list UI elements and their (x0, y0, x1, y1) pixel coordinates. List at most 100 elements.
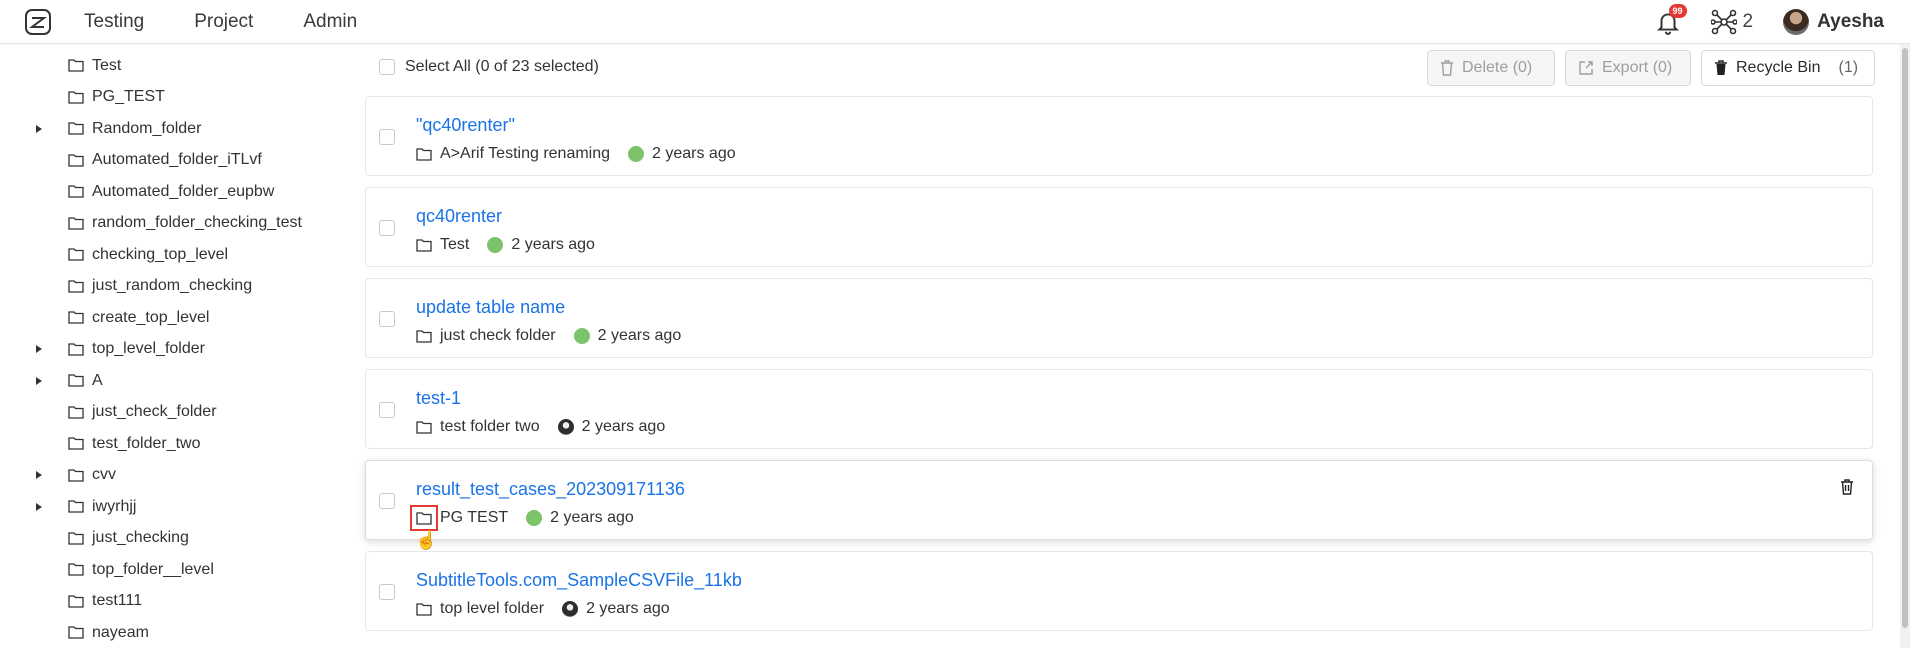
card-title-link[interactable]: update table name (416, 297, 565, 318)
sidebar-folder-item[interactable]: just_checking (0, 523, 355, 554)
sidebar-folder-label: A (92, 371, 103, 389)
avatar (1783, 8, 1810, 35)
test-case-card[interactable]: test-1 test folder two 2 years ago (365, 369, 1873, 449)
folder-icon[interactable] (416, 147, 432, 161)
folder-icon (68, 531, 84, 550)
select-all-checkbox[interactable] (379, 59, 395, 75)
sidebar-folder-item[interactable]: test_folder_two (0, 428, 355, 459)
recycle-bin-button[interactable]: Recycle Bin (1) (1701, 50, 1875, 86)
folder-icon (68, 279, 84, 298)
user-menu[interactable]: Ayesha (1783, 8, 1884, 35)
sidebar-folder-item[interactable]: create_top_level (0, 302, 355, 333)
recycle-bin-icon (1715, 60, 1727, 75)
sidebar-folder-item[interactable]: top_folder__level (0, 554, 355, 585)
folder-icon[interactable] (416, 329, 432, 343)
card-delete-button[interactable] (1840, 479, 1854, 500)
select-all[interactable]: Select All (0 of 23 selected) (379, 58, 599, 76)
recycle-bin-count: (1) (1838, 59, 1859, 76)
sidebar-folder-item[interactable]: Test (0, 50, 355, 81)
folder-icon[interactable] (410, 505, 438, 531)
sidebar-folder-label: just_check_folder (92, 403, 217, 420)
expand-caret-icon[interactable] (36, 376, 42, 385)
folder-icon[interactable] (416, 420, 432, 434)
card-folder-name: A>Arif Testing renaming (440, 145, 611, 162)
sidebar-folder-label: iwyrhjj (92, 497, 137, 515)
card-checkbox[interactable] (379, 493, 395, 509)
sidebar-folder-item[interactable]: cvv (0, 460, 355, 491)
card-checkbox[interactable] (379, 129, 395, 145)
card-checkbox[interactable] (379, 311, 395, 327)
delete-button-label: Delete (0) (1462, 59, 1533, 76)
sidebar-folder-item[interactable]: just_check_folder (0, 397, 355, 428)
card-title-link[interactable]: qc40renter (416, 206, 502, 227)
folder-icon (68, 594, 84, 613)
export-icon (1579, 61, 1593, 75)
main-content: Select All (0 of 23 selected) Delete (0)… (365, 44, 1875, 648)
export-button-label: Export (0) (1602, 59, 1673, 76)
card-folder-name: top level folder (440, 600, 545, 617)
card-checkbox[interactable] (379, 584, 395, 600)
card-folder-name: test folder two (440, 418, 540, 435)
sidebar-folder-item[interactable]: A (0, 365, 355, 396)
card-timestamp: 2 years ago (586, 600, 670, 617)
sidebar-folder-item[interactable]: test111 (0, 586, 355, 617)
list-toolbar: Select All (0 of 23 selected) Delete (0)… (365, 44, 1875, 88)
sidebar-folder-item[interactable]: top_level_folder (0, 334, 355, 365)
folder-icon (68, 373, 84, 392)
sidebar-folder-item[interactable]: just_random_checking (0, 271, 355, 302)
folder-icon (68, 153, 84, 172)
card-checkbox[interactable] (379, 402, 395, 418)
sidebar-folder-item[interactable]: PG_TEST (0, 82, 355, 113)
sidebar-folder-label: Automated_folder_iTLvf (92, 151, 262, 168)
sidebar-folder-item[interactable]: nayeam (0, 617, 355, 648)
folder-icon (68, 58, 84, 77)
card-checkbox[interactable] (379, 220, 395, 236)
card-title-link[interactable]: SubtitleTools.com_SampleCSVFile_11kb (416, 570, 742, 591)
card-timestamp: 2 years ago (511, 236, 595, 253)
card-timestamp: 2 years ago (597, 327, 682, 344)
owner-avatar (573, 328, 590, 344)
folder-tree-sidebar: Test PG_TEST Random_folder Automated_folder… (0, 44, 355, 648)
page-scrollbar[interactable] (1900, 44, 1910, 648)
sidebar-folder-label: Automated_folder_eupbw (92, 182, 275, 200)
test-case-card[interactable]: SubtitleTools.com_SampleCSVFile_11kbtop … (365, 551, 1873, 631)
folder-icon (68, 562, 84, 581)
sidebar-folder-item[interactable]: Random_folder (0, 113, 355, 144)
sidebar-folder-label: just_checking (92, 529, 189, 546)
nav-admin[interactable]: Admin (303, 11, 357, 33)
test-case-card[interactable]: update table name just check folder 2 year… (365, 278, 1873, 358)
folder-icon (68, 90, 84, 109)
sidebar-folder-label: random_folder_checking_test (92, 214, 302, 231)
test-case-card[interactable]: qc40renter Test 2 years ago (365, 187, 1873, 267)
expand-caret-icon[interactable] (36, 471, 42, 479)
export-button[interactable]: Export (0) (1565, 50, 1691, 86)
sidebar-folder-item[interactable]: Automated_folder_iTLvf (0, 145, 355, 176)
expand-caret-icon[interactable] (36, 345, 42, 353)
nav-project[interactable]: Project (194, 11, 253, 33)
folder-icon[interactable] (416, 238, 432, 252)
expand-caret-icon[interactable] (36, 124, 42, 133)
expand-caret-icon[interactable] (36, 502, 42, 511)
top-navigation-bar: Testing Project Admin 99 2 Ayesha (0, 0, 1910, 44)
sidebar-folder-item[interactable]: iwyrhjj (0, 491, 355, 522)
card-title-link[interactable]: result_test_cases_202309171136 (416, 479, 685, 500)
delete-button[interactable]: Delete (0) (1427, 50, 1555, 86)
connections-button[interactable]: 2 (1710, 9, 1753, 35)
owner-avatar (562, 601, 579, 617)
test-case-card[interactable]: result_test_cases_202309171136 PG TEST 2 y… (365, 460, 1873, 540)
folder-icon (68, 499, 84, 518)
app-logo-icon[interactable] (24, 8, 52, 36)
folder-icon[interactable] (416, 602, 432, 616)
card-title-link[interactable]: test-1 (416, 388, 461, 409)
notifications-button[interactable]: 99 (1655, 3, 1687, 35)
sidebar-folder-item[interactable]: random_folder_checking_test (0, 208, 355, 239)
sidebar-folder-item[interactable]: checking_top_level (0, 239, 355, 270)
user-name: Ayesha (1817, 10, 1884, 32)
nav-testing[interactable]: Testing (84, 11, 144, 33)
test-case-card[interactable]: "qc40renter" A>Arif Testing renaming 2 yea… (365, 96, 1873, 176)
folder-icon (68, 342, 84, 361)
sidebar-folder-item[interactable]: Automated_folder_eupbw (0, 176, 355, 207)
sidebar-folder-label: just_random_checking (92, 277, 253, 294)
card-title-link[interactable]: "qc40renter" (416, 115, 515, 136)
trash-icon (1441, 60, 1453, 76)
